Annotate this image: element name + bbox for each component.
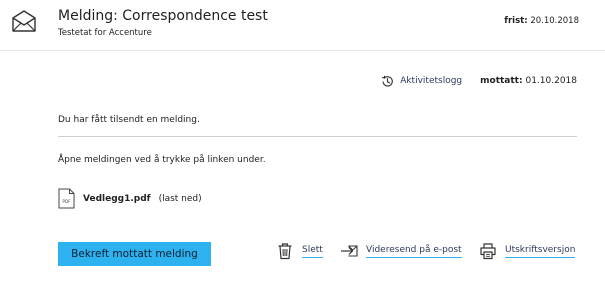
history-icon[interactable] (381, 75, 394, 88)
trash-icon (278, 243, 292, 260)
deadline: frist: 20.10.2018 (504, 16, 579, 26)
svg-text:PDF: PDF (62, 199, 71, 204)
meta-row: Aktivitetslogg mottatt: 01.10.2018 (381, 74, 577, 88)
printer-icon (480, 243, 496, 260)
message-header: Melding: Correspondence test Testetat fo… (0, 0, 605, 50)
received-date: mottatt: 01.10.2018 (480, 76, 577, 86)
forward-label[interactable]: Videresend på e-post (366, 245, 462, 258)
attachment-item[interactable]: PDF Vedlegg1.pdf (last ned) (58, 188, 202, 209)
page-title: Melding: Correspondence test (58, 8, 268, 24)
deadline-label: frist: (504, 16, 528, 26)
received-label: mottatt: (480, 76, 523, 86)
print-label[interactable]: Utskriftsversjon (505, 245, 576, 258)
deadline-value: 20.10.2018 (530, 16, 579, 26)
content-divider (58, 136, 577, 137)
forward-email-icon (341, 245, 358, 257)
envelope-icon (12, 10, 36, 32)
download-link[interactable]: (last ned) (159, 194, 202, 204)
sender-subtitle: Testetat for Accenture (58, 28, 152, 38)
activity-log-link[interactable]: Aktivitetslogg (400, 76, 462, 86)
instruction-text: Åpne meldingen ved å trykke på linken un… (58, 155, 266, 165)
header-divider (0, 50, 605, 51)
print-action[interactable]: Utskriftsversjon (479, 242, 576, 260)
received-value: 01.10.2018 (525, 76, 577, 86)
confirm-received-button[interactable]: Bekreft mottatt melding (58, 242, 211, 266)
delete-action[interactable]: Slett (276, 242, 323, 260)
message-text: Du har fått tilsendt en melding. (58, 115, 200, 125)
attachment-filename[interactable]: Vedlegg1.pdf (83, 194, 151, 204)
forward-action[interactable]: Videresend på e-post (340, 242, 462, 260)
delete-label[interactable]: Slett (302, 245, 323, 258)
pdf-file-icon: PDF (58, 188, 75, 209)
